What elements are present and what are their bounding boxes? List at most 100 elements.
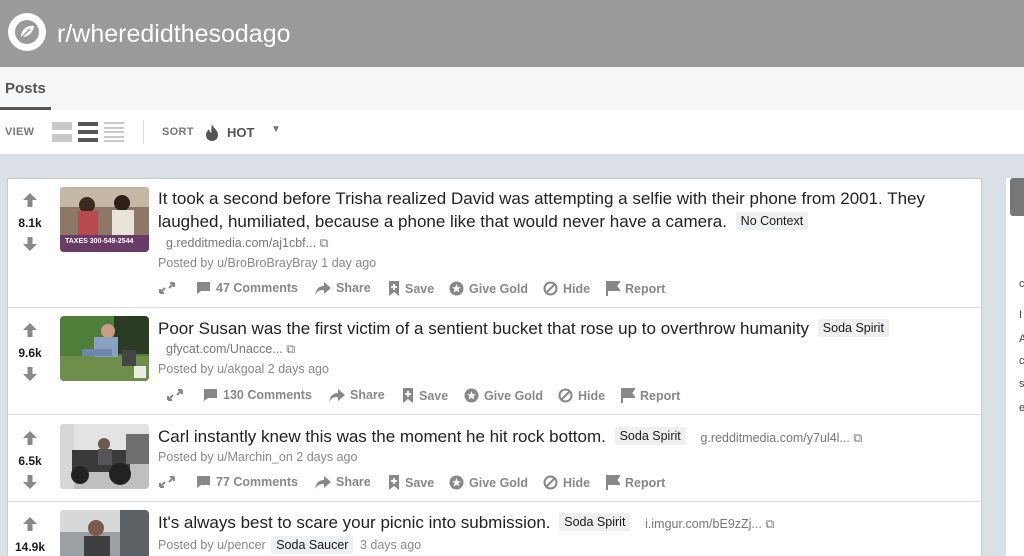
sidebar-text-fragment: I (1019, 309, 1023, 321)
upvote-icon[interactable] (22, 192, 38, 208)
post-thumbnail[interactable]: TAXES 300-549-2544 (60, 187, 149, 252)
sort-label: SORT (162, 126, 194, 138)
vote-score: 9.6k (18, 346, 42, 360)
expand-icon[interactable] (158, 281, 176, 295)
post-domain[interactable]: gfycat.com/Unacce... ⧉ (166, 342, 295, 357)
hide-icon (558, 388, 573, 403)
post-thumbnail[interactable] (60, 316, 149, 381)
classic-view-icon[interactable] (78, 122, 98, 142)
post-title[interactable]: It took a second before Trisha realized … (158, 187, 968, 233)
subreddit-logo-icon[interactable] (8, 13, 46, 51)
share-button[interactable]: Share (315, 475, 371, 489)
post-flair[interactable]: Soda Spirit (817, 319, 889, 337)
share-icon (315, 281, 331, 295)
hide-button[interactable]: Hide (558, 388, 605, 403)
domain-text[interactable]: g.redditmedia.com/aj1cbf... (166, 236, 316, 250)
save-icon (403, 388, 413, 403)
comments-button[interactable]: 47 Comments (196, 281, 298, 295)
gold-icon (449, 281, 464, 296)
comments-button[interactable]: 130 Comments (203, 388, 312, 402)
upvote-icon[interactable] (22, 430, 38, 446)
post-title[interactable]: Carl instantly knew this was the moment … (158, 425, 968, 450)
save-button[interactable]: Save (388, 475, 434, 490)
sort-dropdown-icon[interactable]: ▼ (271, 124, 281, 135)
gold-icon (464, 388, 479, 403)
post-card[interactable]: 14.9k It's always best to scare your pic… (8, 502, 981, 556)
share-button[interactable]: Share (315, 281, 371, 295)
save-icon (389, 281, 399, 296)
share-button[interactable]: Share (329, 388, 385, 402)
report-button[interactable]: Report (606, 475, 665, 490)
domain-text[interactable]: g.redditmedia.com/y7ul4l... (700, 431, 849, 445)
external-link-icon[interactable]: ⧉ (853, 431, 862, 445)
sidebar-header (1010, 178, 1024, 216)
sidebar (1006, 178, 1024, 556)
downvote-icon[interactable] (22, 366, 38, 382)
post-meta: Posted by u/Marchin_on 2 days ago (158, 450, 358, 464)
external-link-icon[interactable]: ⧉ (320, 236, 329, 250)
post-card[interactable]: 6.5k Carl instantly knew this was the mo… (8, 415, 981, 502)
hide-icon (543, 281, 558, 296)
thumbnail-caption: TAXES 300-549-2544 (65, 238, 134, 245)
hide-button[interactable]: Hide (543, 475, 590, 490)
vote-score: 14.9k (14, 540, 46, 554)
user-flair: Soda Saucer (271, 536, 354, 554)
post-title-text[interactable]: Carl instantly knew this was the moment … (158, 427, 606, 446)
compact-view-icon[interactable] (104, 122, 124, 142)
post-thumbnail[interactable] (60, 424, 149, 489)
flag-icon (606, 281, 620, 296)
downvote-icon[interactable] (22, 474, 38, 490)
view-label: VIEW (5, 126, 35, 138)
divider (143, 120, 144, 144)
external-link-icon[interactable]: ⧉ (765, 517, 774, 531)
give-gold-button[interactable]: Give Gold (449, 281, 528, 296)
post-card[interactable]: 8.1k TAXES 300-549-2544 It took a second… (8, 179, 981, 308)
flag-icon (621, 388, 635, 403)
post-domain[interactable]: g.redditmedia.com/aj1cbf... ⧉ (166, 236, 329, 251)
post-title-text[interactable]: It's always best to scare your picnic in… (158, 513, 551, 532)
post-card[interactable]: 9.6k Poor Susan was the first victim of … (8, 308, 981, 415)
post-time: 3 days ago (359, 538, 422, 552)
sort-hot-button[interactable]: HOT (227, 125, 254, 140)
subreddit-header: r/wheredidthesodago (0, 0, 1024, 67)
tab-posts[interactable]: Posts (0, 67, 51, 110)
upvote-icon[interactable] (22, 322, 38, 338)
card-view-icon[interactable] (52, 122, 72, 142)
domain-text[interactable]: i.imgur.com/bE9zZj... (645, 517, 762, 531)
expand-icon[interactable] (158, 475, 176, 489)
expand-icon[interactable] (166, 388, 184, 402)
post-thumbnail[interactable] (60, 510, 149, 556)
subreddit-name[interactable]: r/wheredidthesodago (57, 19, 291, 49)
post-title[interactable]: Poor Susan was the first victim of a sen… (158, 317, 968, 340)
post-title-text[interactable]: Poor Susan was the first victim of a sen… (158, 319, 809, 338)
sidebar-text-fragment: A (1019, 333, 1024, 345)
view-sort-bar: VIEW SORT HOT ▼ (0, 110, 1024, 154)
post-title[interactable]: It's always best to scare your picnic in… (158, 511, 968, 536)
give-gold-button[interactable]: Give Gold (449, 475, 528, 490)
save-button[interactable]: Save (402, 388, 448, 403)
upvote-icon[interactable] (22, 516, 38, 532)
save-button[interactable]: Save (388, 281, 434, 296)
external-link-icon[interactable]: ⧉ (286, 342, 295, 356)
post-flair[interactable]: Soda Spirit (559, 513, 631, 531)
hide-button[interactable]: Hide (543, 281, 590, 296)
hide-icon (543, 475, 558, 490)
downvote-icon[interactable] (22, 236, 38, 252)
comments-button[interactable]: 77 Comments (196, 475, 298, 489)
sidebar-text-fragment: c (1019, 278, 1024, 290)
comment-icon (204, 389, 217, 401)
domain-text[interactable]: gfycat.com/Unacce... (166, 342, 283, 356)
report-button[interactable]: Report (621, 388, 680, 403)
post-domain[interactable]: g.redditmedia.com/y7ul4l... ⧉ (700, 431, 862, 445)
sidebar-text-fragment: c (1019, 355, 1024, 367)
post-title-text[interactable]: It took a second before Trisha realized … (158, 189, 925, 231)
post-domain[interactable]: i.imgur.com/bE9zZj... ⧉ (645, 517, 774, 531)
give-gold-button[interactable]: Give Gold (464, 388, 543, 403)
post-flair[interactable]: No Context (735, 212, 809, 230)
gold-icon (449, 475, 464, 490)
post-author[interactable]: Posted by u/pencer (158, 538, 266, 552)
report-button[interactable]: Report (606, 281, 665, 296)
comment-icon (197, 282, 210, 294)
post-flair[interactable]: Soda Spirit (614, 427, 686, 445)
sidebar-text-fragment: e (1019, 402, 1024, 414)
